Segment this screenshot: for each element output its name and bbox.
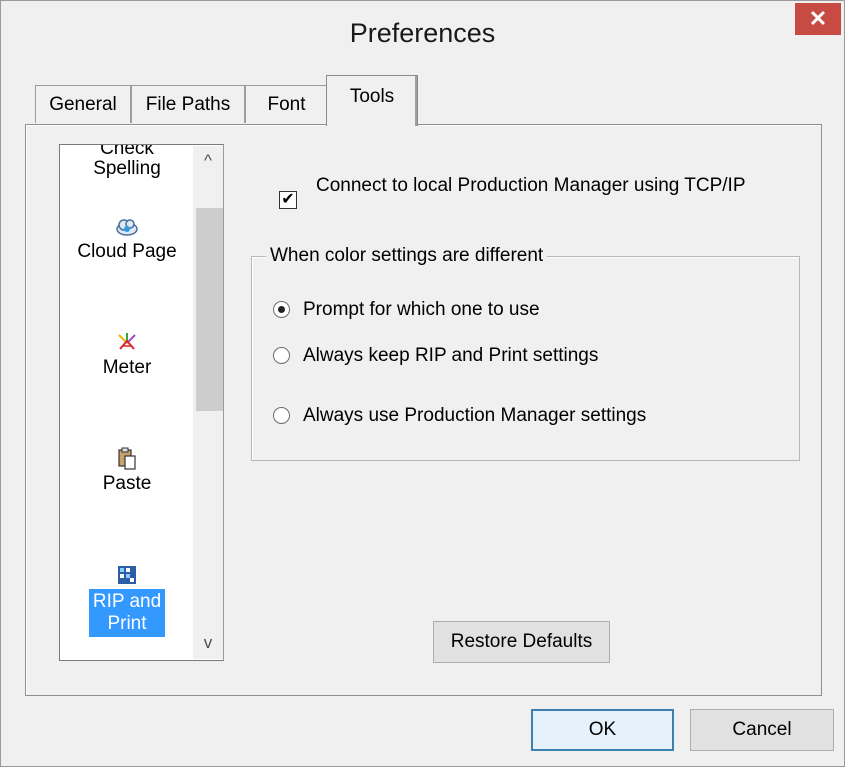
tool-item-meter[interactable]: Meter <box>60 331 194 379</box>
tool-label: Meter <box>102 357 152 378</box>
cancel-button[interactable]: Cancel <box>690 709 834 751</box>
tool-list[interactable]: Check Spelling Cloud Page Meter Paste RI… <box>59 144 224 661</box>
tool-label: Paste <box>102 473 152 494</box>
check-mark-icon: ✔ <box>281 191 295 208</box>
tab-label: Font <box>267 93 306 115</box>
tool-item-check-spelling[interactable]: Check Spelling <box>60 144 194 180</box>
radio-label-keep-rip-print: Always keep RIP and Print settings <box>303 345 599 366</box>
tab-font[interactable]: Font <box>245 85 327 123</box>
ok-button[interactable]: OK <box>531 709 674 751</box>
chevron-down-icon: v <box>203 633 213 652</box>
scroll-down-button[interactable]: v <box>193 628 223 658</box>
tool-label-selected: RIP and Print <box>88 589 166 637</box>
paste-icon <box>60 447 194 473</box>
tab-file-paths[interactable]: File Paths <box>131 85 245 123</box>
restore-defaults-button[interactable]: Restore Defaults <box>433 621 610 663</box>
tool-item-paste[interactable]: Paste <box>60 447 194 495</box>
close-icon: ✕ <box>808 6 828 31</box>
tab-general[interactable]: General <box>35 85 131 123</box>
tab-label: General <box>49 93 117 115</box>
color-settings-legend: When color settings are different <box>266 245 548 267</box>
connect-tcpip-label: Connect to local Production Manager usin… <box>316 175 746 196</box>
tab-tools[interactable]: Tools <box>326 75 418 126</box>
radio-keep-rip-print[interactable] <box>273 347 290 364</box>
window-title: Preferences <box>349 18 496 48</box>
restore-defaults-label: Restore Defaults <box>450 631 593 652</box>
radio-label-prompt: Prompt for which one to use <box>303 299 540 320</box>
tool-label: Check Spelling <box>93 144 161 179</box>
radio-use-production-manager[interactable] <box>273 407 290 424</box>
radio-label-use-production-manager: Always use Production Manager settings <box>303 405 647 426</box>
cancel-label: Cancel <box>732 719 792 740</box>
connect-tcpip-checkbox[interactable]: ✔ <box>279 191 297 209</box>
cloud-icon <box>60 215 194 241</box>
tool-label: Cloud Page <box>77 241 177 262</box>
close-button[interactable]: ✕ <box>795 3 841 35</box>
ok-label: OK <box>588 719 617 740</box>
tool-item-cloud-page[interactable]: Cloud Page <box>60 215 194 263</box>
chevron-up-icon: ^ <box>204 151 212 170</box>
tab-label: Tools <box>349 86 395 107</box>
scroll-thumb[interactable] <box>196 208 223 411</box>
title-bar: Preferences ✕ <box>1 1 844 63</box>
tool-list-scrollbar[interactable]: ^ v <box>193 146 223 659</box>
tool-item-rip-and-print[interactable]: RIP and Print <box>60 563 194 637</box>
rip-print-icon <box>60 563 194 589</box>
tab-label: File Paths <box>145 93 231 115</box>
meter-icon <box>60 331 194 357</box>
scroll-up-button[interactable]: ^ <box>193 146 223 176</box>
preferences-window: Preferences ✕ General File Paths Font To… <box>0 0 845 767</box>
radio-prompt[interactable] <box>273 301 290 318</box>
